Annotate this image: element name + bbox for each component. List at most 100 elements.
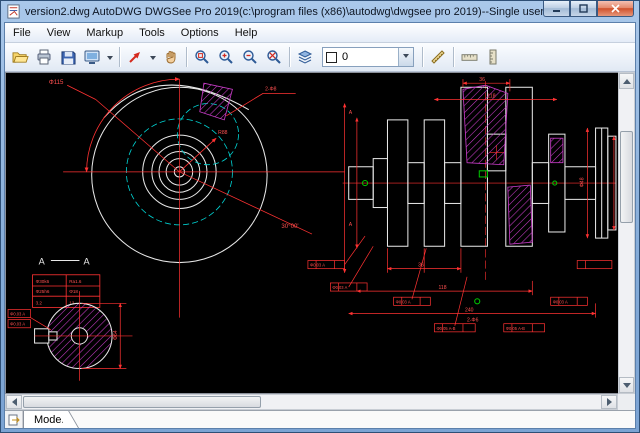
layers-icon — [297, 50, 313, 64]
window-controls — [543, 1, 634, 17]
open-button[interactable] — [8, 46, 32, 69]
scrollbar-corner — [618, 394, 635, 410]
scroll-up-button[interactable] — [619, 73, 634, 89]
svg-text:30°00': 30°00' — [281, 223, 298, 230]
svg-text:Φ0.03 A: Φ0.03 A — [396, 299, 411, 304]
client-area: File View Markup Tools Options Help 0 Φ1… — [4, 22, 636, 429]
scroll-right-button[interactable] — [601, 395, 617, 409]
svg-text:A: A — [349, 110, 353, 116]
toolbar-separator — [453, 47, 454, 67]
svg-text:Φ0.03 A: Φ0.03 A — [10, 312, 25, 317]
horizontal-scrollbar-row — [5, 394, 635, 410]
layer-combo[interactable]: 0 — [322, 47, 414, 67]
snapshot-button[interactable] — [80, 46, 104, 69]
zoom-window-icon — [195, 50, 209, 64]
svg-text:36: 36 — [479, 77, 485, 83]
svg-text:Ra1.6: Ra1.6 — [69, 279, 82, 284]
toolbar-separator — [289, 47, 290, 67]
minimize-icon — [553, 10, 560, 12]
measure-distance-button[interactable] — [426, 46, 450, 69]
menu-help[interactable]: Help — [227, 24, 266, 42]
zoom-extents-icon — [267, 50, 281, 64]
toolbar: 0 — [5, 43, 635, 72]
ruler-horizontal-icon — [461, 53, 477, 61]
svg-text:Φ115: Φ115 — [49, 79, 64, 86]
save-icon — [60, 50, 76, 65]
layout-tabs-icon — [8, 414, 20, 425]
vertical-scroll-thumb[interactable] — [620, 131, 633, 223]
close-icon — [611, 4, 620, 13]
svg-text:Φ48: Φ48 — [579, 177, 585, 187]
layers-button[interactable] — [293, 46, 317, 69]
svg-text:Φ18: Φ18 — [69, 289, 78, 294]
svg-text:Φ0.03 A: Φ0.03 A — [332, 285, 347, 290]
window-title: version2.dwg AutoDWG DWGSee Pro 2019(c:\… — [25, 5, 582, 18]
ruler-horizontal-button[interactable] — [457, 46, 481, 69]
svg-text:36: 36 — [418, 263, 424, 269]
menu-tools[interactable]: Tools — [131, 24, 173, 42]
minimize-button[interactable] — [543, 1, 570, 17]
menu-markup[interactable]: Markup — [78, 24, 131, 42]
print-button[interactable] — [32, 46, 56, 69]
chevron-down-icon — [150, 55, 156, 63]
measure-distance-icon — [431, 50, 445, 64]
svg-text:118: 118 — [438, 285, 446, 291]
toolbar-separator — [186, 47, 187, 67]
menu-file[interactable]: File — [5, 24, 39, 42]
ruler-vertical-icon — [489, 49, 497, 65]
svg-text:Φ64: Φ64 — [113, 330, 119, 340]
svg-text:A: A — [39, 257, 46, 267]
svg-text:240: 240 — [465, 307, 474, 313]
vertical-scrollbar[interactable] — [618, 72, 635, 394]
toolbar-separator — [119, 47, 120, 67]
arrow-down-icon — [622, 382, 631, 392]
svg-text:Φ0.05 A-B: Φ0.05 A-B — [506, 326, 525, 331]
arrow-left-icon — [8, 398, 17, 406]
svg-text:Φ25h6: Φ25h6 — [36, 289, 50, 294]
svg-text:Φ0.03 A: Φ0.03 A — [10, 322, 25, 327]
menu-view[interactable]: View — [39, 24, 79, 42]
svg-text:Φ0.03 A: Φ0.03 A — [553, 299, 568, 304]
layout-tab-bar: Model — [5, 410, 635, 428]
markup-arrow-icon — [129, 52, 140, 63]
layer-combo-value: 0 — [342, 51, 349, 63]
zoom-in-button[interactable] — [214, 46, 238, 69]
zoom-out-button[interactable] — [238, 46, 262, 69]
markup-dropdown-button[interactable] — [147, 46, 159, 69]
horizontal-scrollbar[interactable] — [5, 394, 618, 410]
pan-button[interactable] — [159, 46, 183, 69]
drawing-canvas[interactable]: Φ115 R88 2-Φ8 30°00' A A Φ30k6 Ra1.6 Φ25… — [5, 72, 618, 394]
snapshot-dropdown-button[interactable] — [104, 46, 116, 69]
menu-options[interactable]: Options — [173, 24, 227, 42]
scroll-down-button[interactable] — [619, 377, 634, 393]
chevron-down-icon — [403, 54, 409, 61]
horizontal-scroll-thumb[interactable] — [23, 396, 261, 408]
maximize-button[interactable] — [570, 1, 597, 17]
svg-text:118: 118 — [487, 93, 495, 99]
svg-text:A: A — [349, 222, 353, 228]
zoom-in-icon — [219, 50, 233, 64]
svg-text:2-Φ6: 2-Φ6 — [467, 318, 479, 324]
zoom-window-button[interactable] — [190, 46, 214, 69]
zoom-extents-button[interactable] — [262, 46, 286, 69]
snapshot-icon — [84, 50, 100, 64]
arrow-right-icon — [606, 398, 616, 406]
title-bar[interactable]: version2.dwg AutoDWG DWGSee Pro 2019(c:\… — [4, 1, 636, 22]
svg-text:Φ30k6: Φ30k6 — [36, 279, 50, 284]
markup-arrow-button[interactable] — [123, 46, 147, 69]
layout-tabs-nav-button[interactable] — [5, 411, 23, 428]
close-button[interactable] — [597, 1, 634, 17]
layer-combo-dropdown[interactable] — [398, 48, 413, 66]
save-button[interactable] — [56, 46, 80, 69]
cad-drawing[interactable]: Φ115 R88 2-Φ8 30°00' A A Φ30k6 Ra1.6 Φ25… — [6, 73, 618, 393]
open-folder-icon — [12, 51, 29, 63]
svg-text:Φ0.03 A: Φ0.03 A — [310, 263, 325, 268]
print-icon — [37, 49, 51, 65]
scroll-left-button[interactable] — [6, 395, 22, 409]
svg-text:3.2: 3.2 — [36, 300, 43, 305]
app-window: version2.dwg AutoDWG DWGSee Pro 2019(c:\… — [0, 0, 640, 433]
toolbar-separator — [422, 47, 423, 67]
pan-hand-icon — [166, 51, 176, 64]
ruler-vertical-button[interactable] — [481, 46, 505, 69]
canvas-row: Φ115 R88 2-Φ8 30°00' A A Φ30k6 Ra1.6 Φ25… — [5, 72, 635, 394]
